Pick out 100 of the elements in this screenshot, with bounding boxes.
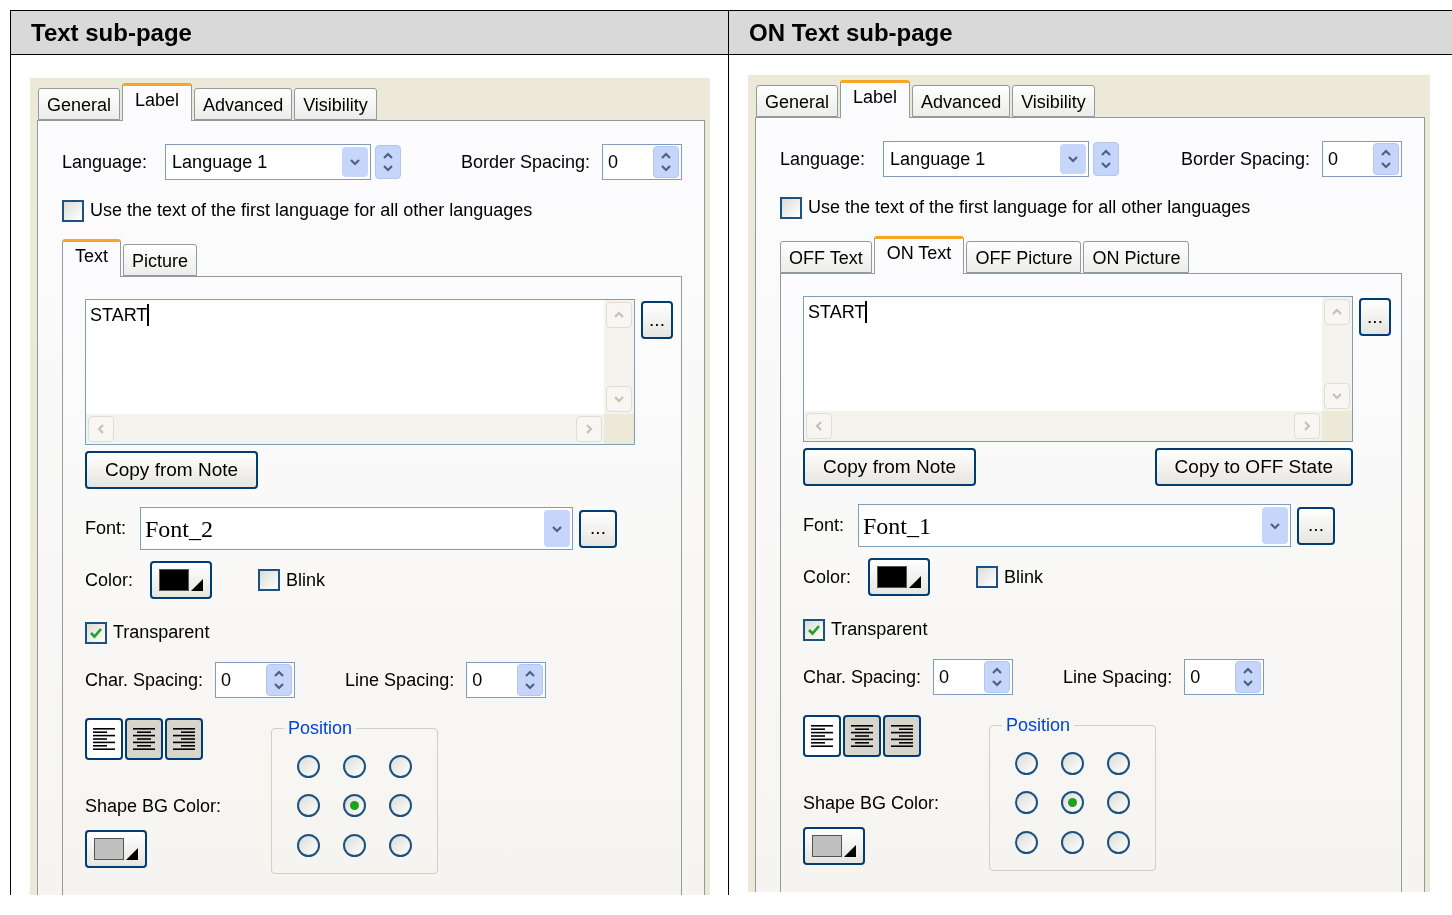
field-label: Color: (85, 568, 134, 592)
checkbox-label: Blink (286, 568, 325, 592)
vertical-scrollbar[interactable] (604, 300, 634, 414)
checkbox[interactable] (780, 196, 802, 219)
tab[interactable]: General (38, 88, 121, 120)
sub-tab[interactable]: Picture (123, 244, 198, 276)
radio-button[interactable] (1061, 791, 1085, 815)
radio-button[interactable] (388, 794, 412, 818)
copy-button[interactable]: Copy to OFF State (1154, 448, 1353, 486)
scrollbar-corner (604, 414, 634, 444)
radio-button[interactable] (1061, 752, 1085, 775)
field-label: Shape BG Color: (85, 795, 222, 818)
text-caret (147, 304, 150, 326)
ellipsis-button[interactable]: ... (1359, 298, 1391, 336)
radio-button[interactable] (1015, 791, 1039, 815)
alignment-button[interactable] (165, 718, 203, 760)
field-label: Border Spacing: (460, 150, 590, 174)
sub-tab[interactable]: ON Picture (1083, 241, 1190, 273)
column-heading: ON Text sub-page (729, 11, 1452, 55)
field-label: Font: (803, 514, 846, 537)
font-dropdown[interactable]: Font_2 (140, 507, 573, 550)
font-dropdown[interactable]: Font_1 (858, 504, 1291, 547)
chevron-icon (349, 156, 362, 168)
alignment-button[interactable] (125, 718, 163, 760)
copy-button[interactable]: Copy from Note (803, 448, 977, 486)
language-dropdown[interactable]: Language 1 (883, 141, 1090, 177)
field-label: Language: (780, 147, 866, 171)
field-label: Char. Spacing: (803, 665, 922, 689)
align-center-icon (132, 726, 156, 752)
spinner-buttons[interactable] (517, 664, 544, 696)
spin-field[interactable]: 0 (466, 662, 547, 698)
spinner-buttons[interactable] (375, 145, 402, 179)
color-picker-button[interactable] (150, 561, 212, 599)
alignment-button[interactable] (803, 715, 841, 757)
tab[interactable]: Label (122, 83, 193, 121)
alignment-button[interactable] (85, 718, 123, 760)
radio-button[interactable] (1061, 830, 1085, 854)
field-label: Language: (62, 150, 148, 174)
radio-button[interactable] (297, 755, 321, 778)
checkbox-label: Use the text of the first language for all other languages (808, 196, 1251, 219)
spinner-buttons[interactable] (1235, 661, 1262, 693)
tab[interactable]: Advanced (194, 88, 293, 120)
color-picker-button[interactable] (803, 827, 865, 865)
text-caret (865, 301, 868, 323)
tab[interactable]: Advanced (912, 85, 1011, 117)
checkbox-label: Transparent (113, 621, 210, 644)
tab[interactable]: Label (840, 80, 911, 118)
checkbox-label: Use the text of the first language for all other languages (90, 199, 533, 222)
text-area[interactable]: START (85, 299, 635, 445)
sub-tab[interactable]: Text (62, 239, 121, 277)
radio-button[interactable] (297, 833, 321, 857)
ellipsis-button[interactable]: ... (1297, 506, 1335, 545)
checkbox[interactable] (62, 199, 84, 222)
spinner-buttons[interactable] (1373, 143, 1399, 175)
radio-button[interactable] (1015, 752, 1039, 775)
radio-button[interactable] (388, 833, 412, 857)
color-picker-button[interactable] (85, 830, 147, 868)
radio-button[interactable] (1106, 752, 1130, 775)
sub-tab[interactable]: OFF Text (780, 241, 872, 273)
radio-button[interactable] (388, 755, 412, 778)
radio-button[interactable] (343, 833, 367, 857)
ellipsis-button[interactable]: ... (641, 301, 673, 339)
spin-field[interactable]: 0 (1184, 659, 1265, 695)
spinner-buttons[interactable] (266, 664, 293, 696)
spinner-buttons[interactable] (653, 146, 679, 178)
alignment-button[interactable] (843, 715, 881, 757)
spinner-buttons[interactable] (984, 661, 1011, 693)
alignment-button[interactable] (883, 715, 921, 757)
tab[interactable]: Visibility (1012, 85, 1095, 117)
spin-field[interactable]: 0 (933, 659, 1014, 695)
sub-tab[interactable]: OFF Picture (966, 241, 1082, 273)
checkbox-label: Transparent (831, 618, 928, 641)
ellipsis-button[interactable]: ... (579, 509, 617, 548)
tab[interactable]: General (756, 85, 839, 117)
vertical-scrollbar[interactable] (1322, 297, 1352, 411)
checkbox[interactable] (258, 569, 280, 591)
spinner-buttons[interactable] (1093, 142, 1120, 176)
corner-triangle-icon (126, 848, 138, 860)
horizontal-scrollbar[interactable] (804, 411, 1322, 441)
tab[interactable]: Visibility (294, 88, 377, 120)
color-picker-button[interactable] (868, 558, 930, 596)
radio-button[interactable] (1106, 830, 1130, 854)
radio-button[interactable] (297, 794, 321, 818)
radio-button[interactable] (1106, 791, 1130, 815)
radio-button[interactable] (343, 794, 367, 818)
language-dropdown[interactable]: Language 1 (165, 144, 372, 180)
radio-button[interactable] (1015, 830, 1039, 854)
checkbox[interactable] (803, 618, 825, 641)
copy-button[interactable]: Copy from Note (85, 451, 259, 489)
align-center-icon (850, 723, 874, 749)
checkbox[interactable] (85, 621, 107, 644)
checkbox[interactable] (976, 566, 998, 588)
text-area[interactable]: START (803, 296, 1353, 442)
spin-field[interactable]: 0 (215, 662, 296, 698)
horizontal-scrollbar[interactable] (86, 414, 604, 444)
sub-tab[interactable]: ON Text (873, 236, 965, 274)
column-heading: Text sub-page (11, 11, 728, 55)
radio-button[interactable] (343, 755, 367, 778)
spin-field[interactable]: 0 (602, 144, 682, 180)
spin-field[interactable]: 0 (1322, 141, 1402, 177)
